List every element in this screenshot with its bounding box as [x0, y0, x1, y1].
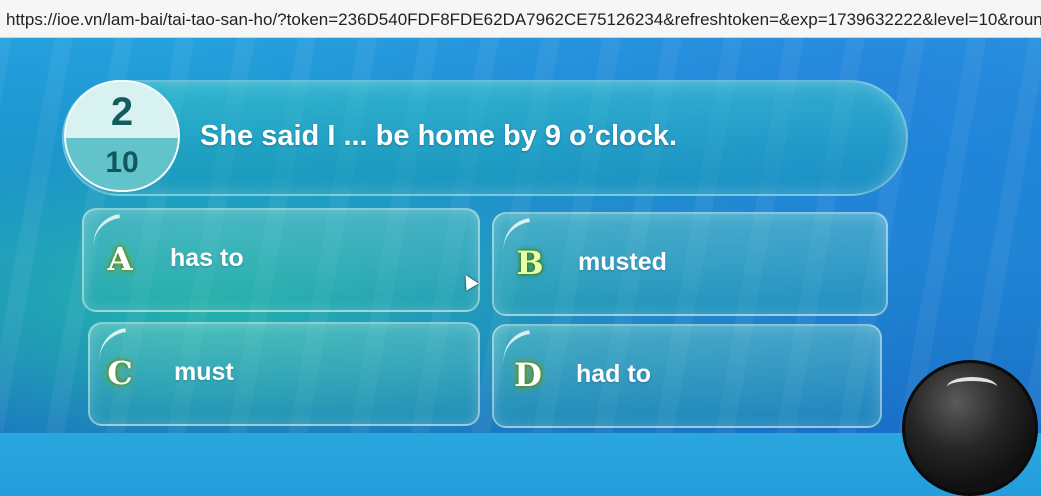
option-letter-b: B [516, 244, 544, 282]
question-counter: 2 10 [64, 80, 180, 192]
total-questions: 10 [66, 138, 178, 190]
answer-option-d[interactable]: D had to [492, 324, 882, 428]
answer-option-a[interactable]: A has to [82, 208, 480, 312]
option-text-b: musted [578, 248, 667, 276]
option-text-a: has to [170, 244, 244, 272]
question-text: She said I ... be home by 9 o’clock. [200, 120, 678, 152]
option-text-d: had to [576, 360, 651, 388]
mascot-avatar [902, 360, 1038, 496]
option-text-c: must [174, 358, 234, 386]
address-bar[interactable]: https://ioe.vn/lam-bai/tai-tao-san-ho/?t… [0, 0, 1041, 38]
option-letter-d: D [514, 356, 542, 394]
option-letter-c: C [107, 354, 133, 392]
option-letter-a: A [107, 240, 133, 278]
current-question-number: 2 [66, 82, 178, 138]
answer-option-c[interactable]: C must [88, 322, 480, 426]
answer-option-b[interactable]: B musted [492, 212, 888, 316]
url-text: https://ioe.vn/lam-bai/tai-tao-san-ho/?t… [6, 10, 1041, 29]
